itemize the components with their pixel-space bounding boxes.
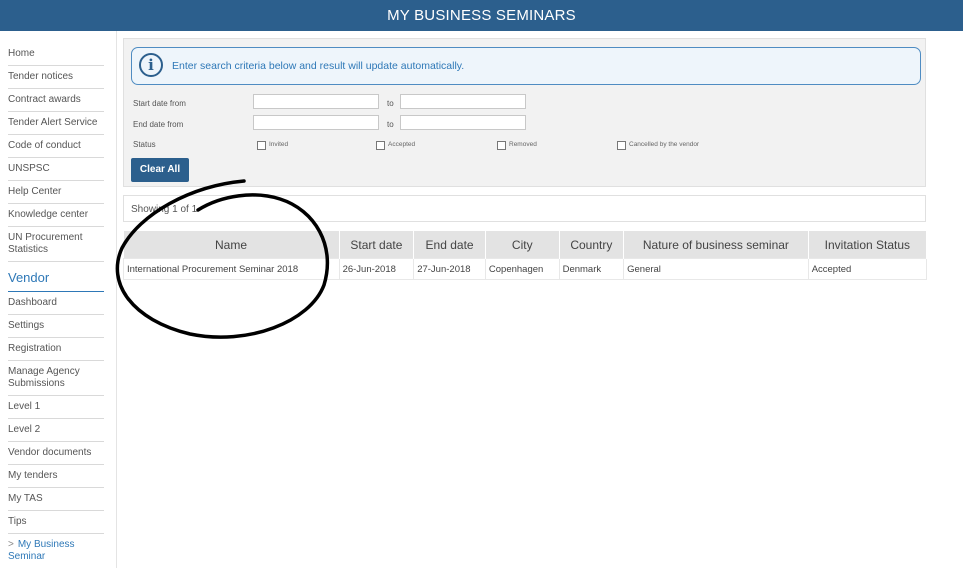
status-removed-label: Removed [509,141,537,148]
status-invited-checkbox[interactable] [257,141,266,150]
sidebar-item-level-2[interactable]: Level 2 [8,419,104,442]
sidebar-item-tender-alert-service[interactable]: Tender Alert Service [8,112,104,135]
sidebar-item-registration[interactable]: Registration [8,338,104,361]
column-header-nature[interactable]: Nature of business seminar [623,231,809,259]
column-header-invitation-status[interactable]: Invitation Status [808,231,928,259]
sidebar: Home Tender notices Contract awards Tend… [0,31,117,568]
sidebar-item-dashboard[interactable]: Dashboard [8,292,104,315]
clear-all-button[interactable]: Clear All [131,158,189,182]
sidebar-item-tips[interactable]: Tips [8,511,104,534]
start-date-from-input[interactable] [253,94,379,109]
start-date-to-input[interactable] [400,94,526,109]
status-accepted-label: Accepted [388,141,416,148]
end-date-to-label: to [387,120,394,129]
status-cancelled-checkbox[interactable] [617,141,626,150]
sidebar-item-help-center[interactable]: Help Center [8,181,104,204]
sidebar-item-my-tas[interactable]: My TAS [8,488,104,511]
status-cancelled-label: Cancelled by the vendor [629,141,700,148]
column-header-start-date[interactable]: Start date [339,231,415,259]
sidebar-item-un-procurement-statistics[interactable]: UN Procurement Statistics [8,227,104,262]
column-header-city[interactable]: City [485,231,560,259]
sidebar-nav: Home Tender notices Contract awards Tend… [8,43,104,568]
start-date-label: Start date from [133,99,186,108]
results-table: Name Start date End date City Country Na… [123,231,928,280]
table-header-row: Name Start date End date City Country Na… [123,231,928,259]
sidebar-item-contract-awards[interactable]: Contract awards [8,89,104,112]
results-count: Showing 1 of 1 [123,195,926,222]
column-header-name[interactable]: Name [123,231,340,259]
end-date-label: End date from [133,120,184,129]
table-row[interactable]: International Procurement Seminar 2018 2… [123,258,928,280]
cell-nature: General [623,258,809,280]
sidebar-item-home[interactable]: Home [8,43,104,66]
sidebar-item-my-tenders[interactable]: My tenders [8,465,104,488]
sidebar-item-manage-agency-submissions[interactable]: Manage Agency Submissions [8,361,104,396]
start-date-to-label: to [387,99,394,108]
page-header: MY BUSINESS SEMINARS [0,0,963,31]
cell-country: Denmark [558,258,625,280]
sidebar-item-unspsc[interactable]: UNSPSC [8,158,104,181]
info-banner: i Enter search criteria below and result… [131,47,921,85]
column-header-end-date[interactable]: End date [413,231,486,259]
sidebar-item-label: My Business Seminar [8,539,75,562]
sidebar-item-my-business-seminar[interactable]: > My Business Seminar [8,534,104,568]
info-icon: i [139,53,163,77]
info-text: Enter search criteria below and result w… [172,60,465,72]
cell-city: Copenhagen [484,258,560,280]
status-accepted-checkbox[interactable] [376,141,385,150]
status-label: Status [133,140,156,149]
sidebar-item-tender-notices[interactable]: Tender notices [8,66,104,89]
end-date-from-input[interactable] [253,115,379,130]
sidebar-item-code-of-conduct[interactable]: Code of conduct [8,135,104,158]
cell-invitation-status: Accepted [807,258,928,280]
status-removed-checkbox[interactable] [497,141,506,150]
sidebar-item-level-1[interactable]: Level 1 [8,396,104,419]
status-invited-label: Invited [269,141,289,148]
cell-start-date: 26-Jun-2018 [338,258,415,280]
cell-end-date: 27-Jun-2018 [413,258,486,280]
sidebar-item-settings[interactable]: Settings [8,315,104,338]
column-header-country[interactable]: Country [559,231,625,259]
end-date-to-input[interactable] [400,115,526,130]
chevron-right-icon: > [8,539,14,550]
filter-panel: i Enter search criteria below and result… [123,38,926,187]
sidebar-item-knowledge-center[interactable]: Knowledge center [8,204,104,227]
cell-name[interactable]: International Procurement Seminar 2018 [123,258,340,280]
vendor-heading: Vendor [8,262,104,292]
sidebar-item-vendor-documents[interactable]: Vendor documents [8,442,104,465]
